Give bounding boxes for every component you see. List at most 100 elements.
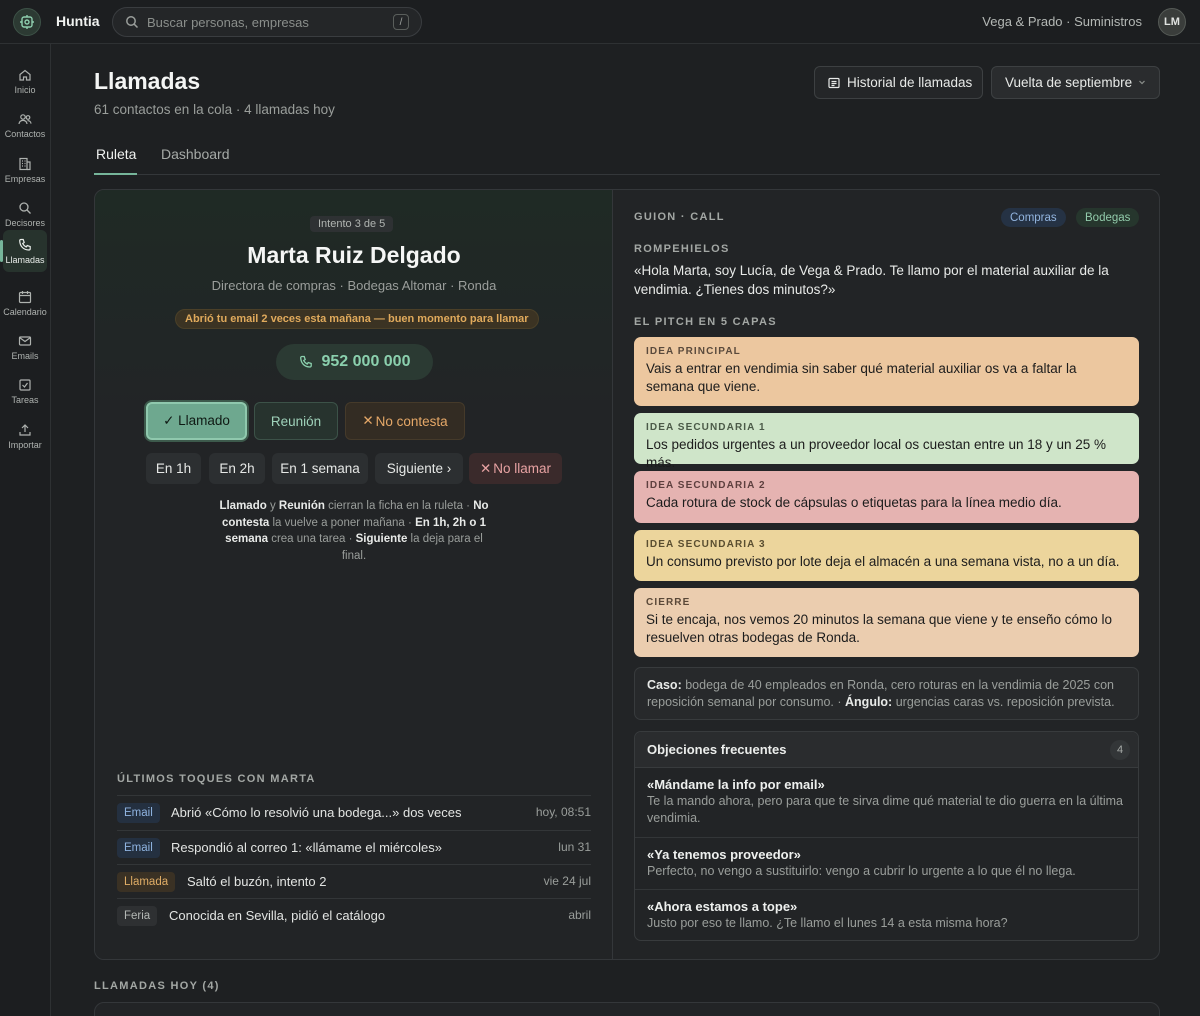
call-roulette-card: Intento 3 de 5 Marta Ruiz Delgado Direct… [94,189,1160,960]
schedule-1h-button[interactable]: En 1h [146,453,201,484]
sidebar-item-decisores[interactable]: Decisores [3,193,47,235]
objections-title: Objeciones frecuentes [647,742,787,757]
search-icon [126,16,139,29]
campaign-select[interactable]: Vuelta de septiembre [991,66,1160,99]
touch-text: Respondió al correo 1: «llámame el miérc… [171,840,442,855]
sidebar-item-inicio[interactable]: Inicio [3,60,47,102]
page-title: Llamadas [94,68,201,94]
app-logo[interactable] [13,8,41,36]
pitch-layer-label: IDEA PRINCIPAL [646,346,741,357]
call-history-label: Historial de llamadas [847,75,973,90]
history-icon [828,77,840,88]
schedule-1-week-button[interactable]: En 1 semana [272,453,368,484]
calendar-icon [18,290,32,303]
close-icon: ✕ [479,460,492,476]
home-icon [19,69,31,81]
checkbox-icon [19,378,31,391]
touch-tag: Email [117,803,160,823]
pitch-layer-text: Si te encaja, nos vemos 20 minutos la se… [646,612,1113,645]
contact-panel: Intento 3 de 5 Marta Ruiz Delgado Direct… [95,190,613,959]
company-name[interactable]: Vega & Prado · Suministros [982,14,1142,29]
actions-help-text: Llamado y Reunión cierran la ficha en la… [219,500,489,562]
page-subtitle: 61 contactos en la cola · 4 llamadas hoy [94,102,335,117]
touch-row[interactable]: Email Respondió al correo 1: «llámame el… [117,830,591,864]
objection-item[interactable]: «Ahora estamos a tope» Justo por eso te … [635,889,1138,940]
upload-icon [19,423,31,436]
sidebar-item-importar[interactable]: Importar [3,415,47,457]
sidebar: Inicio Contactos Empresas Decisores Llam… [0,44,51,1016]
touch-date: hoy, 08:51 [535,805,591,819]
objection-answer: Justo por eso te llamo. ¿Te llamo el lun… [647,916,1008,930]
objection-question: «Ya tenemos proveedor» [647,847,801,862]
attempt-badge: Intento 3 de 5 [310,216,394,232]
active-tab-indicator [94,173,137,175]
call-history-button[interactable]: Historial de llamadas [814,66,983,99]
touch-tag: Feria [117,906,158,926]
touch-row[interactable]: Feria Conocida en Sevilla, pidió el catá… [117,898,591,932]
tab-bar: Ruleta Dashboard [94,144,1160,175]
touch-text: Saltó el buzón, intento 2 [187,874,327,889]
logo-icon [20,15,34,29]
no-answer-button[interactable]: ✕ No contesta [345,402,465,440]
pitch-label: EL PITCH EN 5 CAPAS [634,316,777,328]
touch-row[interactable]: Email Abrió «Cómo lo resolvió una bodega… [117,795,591,829]
tag-chip: Bodegas [1076,208,1140,227]
today-calls-card [94,1002,1160,1016]
meeting-button[interactable]: Reunión [254,402,338,440]
sidebar-item-label: Emails [11,350,39,361]
schedule-2h-button[interactable]: En 2h [209,453,265,484]
touch-tag: Llamada [117,872,176,892]
sidebar-item-empresas[interactable]: Empresas [3,149,47,191]
phone-icon [19,238,31,251]
called-button[interactable]: ✓ Llamado [146,402,247,440]
sidebar-item-emails[interactable]: Emails [3,326,47,368]
touch-row[interactable]: Llamada Saltó el buzón, intento 2 vie 24… [117,864,591,898]
pitch-layer-card: IDEA SECUNDARIA 1 Los pedidos urgentes a… [634,413,1139,470]
phone-call-button[interactable]: 952 000 000 [276,344,433,380]
sidebar-item-label: Tareas [11,394,39,405]
pitch-layer-text: Vais a entrar en vendimia sin saber qué … [646,361,1077,394]
search-input[interactable] [147,14,377,30]
user-avatar[interactable]: LM [1158,8,1186,36]
today-calls-title: LLAMADAS HOY (4) [94,980,220,992]
objections-header[interactable]: Objeciones frecuentes 4 [635,732,1138,768]
pitch-layer-text: Los pedidos urgentes a un proveedor loca… [646,437,1107,470]
script-label: GUION · CALL [634,211,725,223]
sidebar-item-label: Importar [8,439,42,450]
close-icon: ✕ [362,413,374,428]
pitch-layer-card: IDEA SECUNDARIA 3 Un consumo previsto po… [634,530,1139,581]
tab-dashboard[interactable]: Dashboard [161,146,230,162]
touch-date: vie 24 jul [543,874,591,888]
sidebar-item-label: Decisores [4,217,45,228]
objection-question: «Ahora estamos a tope» [647,899,798,914]
sidebar-item-calendario[interactable]: Calendario [3,282,47,324]
sidebar-item-llamadas[interactable]: Llamadas [0,230,47,272]
pitch-layer-text: Cada rotura de stock de cápsulas o etiqu… [646,495,1062,510]
objections-panel: Objeciones frecuentes 4 «Mándame la info… [634,731,1139,941]
campaign-select-value: Vuelta de septiembre [1005,75,1133,90]
do-not-call-button[interactable]: ✕ No llamar [469,453,562,484]
touch-date: abril [568,908,591,922]
next-button[interactable]: Siguiente › [375,453,463,484]
objection-answer: Perfecto, no vengo a sustituirlo: vengo … [647,864,1076,878]
script-panel: GUION · CALL Compras Bodegas ROMPEHIELOS… [614,190,1159,959]
recent-touches-title: ÚLTIMOS TOQUES CON MARTA [117,773,316,785]
engagement-alert: Abrió tu email 2 veces esta mañana — bue… [175,309,539,329]
sidebar-item-label: Inicio [14,84,36,95]
objections-count-badge: 4 [1110,740,1130,760]
objection-question: «Mándame la info por email» [647,777,825,792]
sidebar-item-contactos[interactable]: Contactos [3,104,47,146]
pitch-layer-label: CIERRE [646,597,691,608]
objection-item[interactable]: «Ya tenemos proveedor» Perfecto, no veng… [635,837,1138,889]
objection-item[interactable]: «Mándame la info por email» Te la mando … [635,768,1138,837]
app-name: Huntia [56,13,100,29]
phone-icon [299,355,312,368]
case-study-box: Caso: bodega de 40 empleados en Ronda, c… [634,667,1139,720]
search-bar[interactable]: / [112,7,422,37]
mail-icon [18,335,32,346]
pitch-layer-card: IDEA SECUNDARIA 2 Cada rotura de stock d… [634,471,1139,523]
tab-ruleta[interactable]: Ruleta [96,146,136,162]
search-shortcut-hint: / [393,14,409,30]
contact-name: Marta Ruiz Delgado [247,242,461,268]
sidebar-item-tareas[interactable]: Tareas [3,370,47,412]
